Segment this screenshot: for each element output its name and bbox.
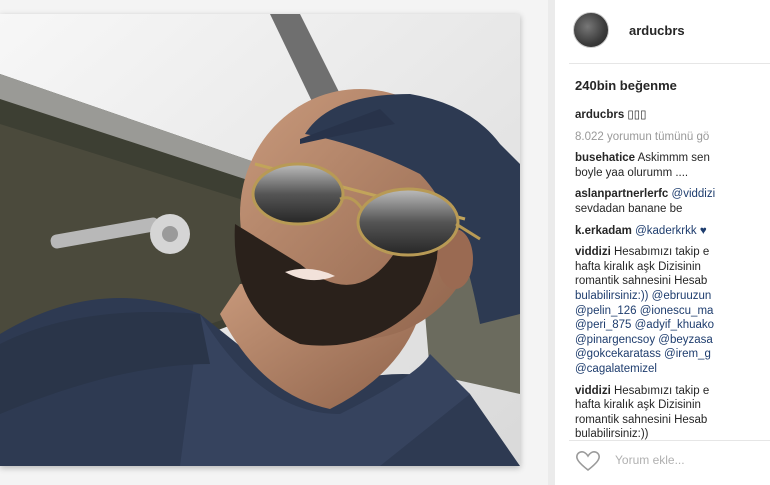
add-comment-input[interactable]: Yorum ekle... xyxy=(615,453,685,467)
comment-line: romantik sahnesini Hesab xyxy=(575,413,770,428)
comment-line: hafta kiralık aşk Dizisinin xyxy=(575,260,770,275)
comment-line: @peri_875 @adyif_khuako xyxy=(575,318,770,333)
post-sidebar: arducbrs 240bin beğenme arducbrs ▯▯▯ 8.0… xyxy=(555,0,770,485)
divider xyxy=(569,440,770,441)
comment-line: viddizi Hesabımızı takip e xyxy=(575,384,770,399)
comment-text: hafta kiralık aşk Dizisinin xyxy=(575,399,701,412)
comment-text: bulabilirsiniz:)) xyxy=(575,428,649,441)
comment-item: busehatice Askimmm sen boyle yaa olurumm … xyxy=(575,151,770,180)
comment-username[interactable]: viddizi xyxy=(575,385,611,397)
divider xyxy=(569,63,770,64)
comment-text: @peri_875 @adyif_khuako xyxy=(575,319,715,332)
post-username[interactable]: arducbrs xyxy=(629,23,685,38)
comment-line: @pelin_126 @ionescu_ma xyxy=(575,304,770,319)
comment-username[interactable]: aslanpartnerlerfc xyxy=(575,188,668,200)
comment-text: @pelin_126 @ionescu_ma xyxy=(575,304,714,317)
comment-line: k.erkadam @kaderkrkk ♥ xyxy=(575,224,770,239)
comment-username[interactable]: busehatice xyxy=(575,152,635,164)
like-count[interactable]: 240bin beğenme xyxy=(575,78,677,93)
comment-text: Hesabımızı takip e xyxy=(613,246,710,259)
comment-line: romantik sahnesini Hesab xyxy=(575,274,770,289)
comment-text: @gokcekaratass @irem_g xyxy=(575,348,711,361)
comment-line: bulabilirsiniz:)) @ebruuzun xyxy=(575,289,770,304)
comment-item: viddizi Hesabımızı takip e hafta kiralık … xyxy=(575,245,770,376)
caption-username[interactable]: arducbrs xyxy=(575,109,624,121)
comment-text: romantik sahnesini Hesab xyxy=(575,275,708,288)
comment-bar: Yorum ekle... xyxy=(555,446,770,476)
comment-username[interactable]: k.erkadam xyxy=(575,225,632,237)
comment-text: Hesabımızı takip e xyxy=(613,384,710,397)
comment-line: aslanpartnerlerfc @viddizi xyxy=(575,187,770,202)
comment-line: viddizi Hesabımızı takip e xyxy=(575,245,770,260)
comment-line: hafta kiralık aşk Dizisinin xyxy=(575,398,770,413)
comment-item: k.erkadam @kaderkrkk ♥ xyxy=(575,224,770,239)
comment-text: @viddizi xyxy=(671,188,716,201)
comment-text: hafta kiralık aşk Dizisinin xyxy=(575,260,701,273)
photo-pane xyxy=(0,0,548,485)
comment-item: aslanpartnerlerfc @viddizi sevdadan banan… xyxy=(575,187,770,216)
comment-line: sevdadan banane be xyxy=(575,202,770,217)
caption: arducbrs ▯▯▯ xyxy=(575,108,770,123)
comment-text: romantik sahnesini Hesab xyxy=(575,413,708,426)
comment-text: sevdadan banane be xyxy=(575,202,683,215)
comment-line: @cagalatemizel xyxy=(575,362,770,377)
comment-line: busehatice Askimmm sen xyxy=(575,151,770,166)
heart-outline-icon[interactable] xyxy=(575,450,601,472)
post-header: arducbrs xyxy=(555,10,770,50)
view-all-comments-link[interactable]: 8.022 yorumun tümünü gö xyxy=(575,130,770,145)
comment-text: Askimmm sen xyxy=(637,152,710,165)
comment-text: @cagalatemizel xyxy=(575,362,657,375)
comment-text: @pinargencsoy @beyzasa xyxy=(575,333,713,346)
comment-text: @kaderkrkk ♥ xyxy=(635,224,707,237)
caption-text: ▯▯▯ xyxy=(627,109,647,121)
comment-text: bulabilirsiniz:)) @ebruuzun xyxy=(575,289,712,302)
comment-line: @pinargencsoy @beyzasa xyxy=(575,333,770,348)
comment-username[interactable]: viddizi xyxy=(575,246,611,258)
post-photo[interactable] xyxy=(0,14,520,466)
avatar[interactable] xyxy=(573,12,609,48)
comment-item: viddizi Hesabımızı takip e hafta kiralık … xyxy=(575,384,770,442)
comments: busehatice Askimmm sen boyle yaa olurumm … xyxy=(575,151,770,442)
comment-text: boyle yaa olurumm .... xyxy=(575,166,689,179)
post-photo-image xyxy=(0,14,520,466)
comment-line: boyle yaa olurumm .... xyxy=(575,166,770,181)
comment-list: arducbrs ▯▯▯ 8.022 yorumun tümünü gö bus… xyxy=(575,108,770,449)
comment-line: @gokcekaratass @irem_g xyxy=(575,347,770,362)
